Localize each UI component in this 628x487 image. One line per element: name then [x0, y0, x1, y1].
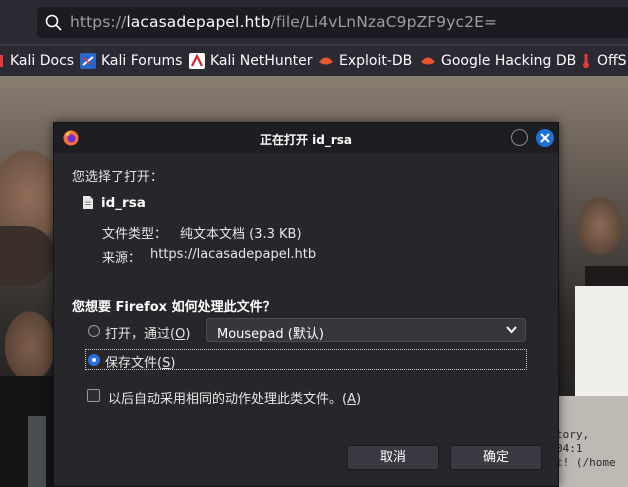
- open-with-label[interactable]: 打开，通过(O): [105, 323, 190, 342]
- url-path: /file/Li4vLnNzaC9pZF9yc2E=: [270, 13, 498, 31]
- file-type-value: 纯文本文档 (3.3 KB): [180, 227, 302, 242]
- bookmark-label: OffS: [597, 53, 627, 69]
- save-file-radio[interactable]: [88, 354, 100, 366]
- background-photo-figure: [0, 226, 55, 286]
- application-select-value: Mousepad (默认): [217, 327, 324, 342]
- search-icon: [45, 14, 62, 31]
- bookmark-label: Google Hacking DB: [441, 53, 577, 69]
- url-host: lacasadepapel.htb: [126, 13, 271, 31]
- exploitdb-icon: [319, 57, 333, 65]
- background-terminal-text: tory, 04:1 t! (/home: [556, 428, 616, 470]
- minimize-button[interactable]: [511, 129, 528, 146]
- bookmark-kali-forums[interactable]: Kali Forums: [80, 51, 182, 71]
- auto-action-label[interactable]: 以后自动采用相同的动作处理此类文件。(A): [108, 388, 361, 407]
- cancel-button[interactable]: 取消: [347, 445, 439, 470]
- save-file-text: 保存文件(: [105, 356, 163, 371]
- kali-forums-icon: [80, 53, 96, 69]
- source-value: https://lacasadepapel.htb: [150, 247, 317, 262]
- terminal-line: 04:1: [556, 442, 583, 455]
- bookmark-label: Kali NetHunter: [210, 53, 313, 69]
- bookmark-exploit-db[interactable]: Exploit-DB: [318, 51, 412, 71]
- open-with-close: ): [185, 327, 191, 342]
- bookmark-label: Kali Docs: [10, 53, 75, 69]
- file-name: id_rsa: [101, 195, 146, 211]
- open-file-dialog: 正在打开 id_rsa 您选择了打开： id_rsa 文件类型： 纯文本文档 (…: [53, 122, 559, 487]
- dialog-titlebar[interactable]: 正在打开 id_rsa: [54, 123, 558, 153]
- text-file-icon: [83, 196, 93, 209]
- offsec-icon: [583, 54, 589, 68]
- open-with-radio[interactable]: [88, 325, 100, 337]
- bookmark-offsec[interactable]: OffS: [580, 51, 627, 71]
- handling-question: 您想要 Firefox 如何处理此文件？: [72, 300, 276, 315]
- url-scheme: https://: [70, 13, 127, 31]
- auto-action-close: ): [355, 392, 362, 407]
- open-with-text: 打开，通过(: [105, 327, 176, 342]
- ghdb-icon: [421, 57, 435, 65]
- auto-action-checkbox[interactable]: [87, 389, 100, 402]
- chosen-to-open-label: 您选择了打开：: [72, 170, 164, 185]
- url-bar[interactable]: https://lacasadepapel.htb/file/Li4vLnNza…: [37, 7, 628, 38]
- auto-action-accesskey: A: [347, 392, 356, 407]
- terminal-line: t! (/home: [556, 456, 616, 469]
- close-button[interactable]: [536, 129, 554, 147]
- save-file-close: ): [170, 356, 176, 371]
- bookmark-kali-nethunter[interactable]: Kali NetHunter: [189, 51, 312, 71]
- bookmark-google-hacking-db[interactable]: Google Hacking DB: [420, 51, 576, 71]
- bookmark-label: Kali Forums: [101, 53, 183, 69]
- save-file-label[interactable]: 保存文件(S): [105, 352, 175, 371]
- open-with-accesskey: O: [175, 327, 186, 342]
- bookmark-label: Exploit-DB: [339, 53, 413, 69]
- source-label: 来源：: [102, 251, 142, 266]
- background-photo-tie: [28, 416, 46, 487]
- close-icon: [540, 133, 550, 143]
- auto-action-text: 以后自动采用相同的动作处理此类文件。(: [108, 392, 348, 407]
- url-text[interactable]: https://lacasadepapel.htb/file/Li4vLnNza…: [70, 13, 497, 31]
- bookmark-kali-docs[interactable]: Kali Docs: [0, 51, 74, 71]
- browser-toolbar: https://lacasadepapel.htb/file/Li4vLnNza…: [0, 0, 628, 44]
- dialog-title: 正在打开 id_rsa: [259, 133, 353, 147]
- application-select[interactable]: Mousepad (默认): [206, 318, 526, 342]
- nethunter-icon: [189, 53, 205, 69]
- kali-dragon-icon: [0, 55, 3, 67]
- ok-button[interactable]: 确定: [450, 445, 542, 470]
- bookmarks-bar: Kali Docs Kali Forums Kali NetHunter Exp…: [0, 46, 628, 76]
- file-type-label: 文件类型：: [102, 227, 168, 242]
- terminal-line: tory,: [556, 428, 590, 441]
- chevron-down-icon: [506, 326, 517, 334]
